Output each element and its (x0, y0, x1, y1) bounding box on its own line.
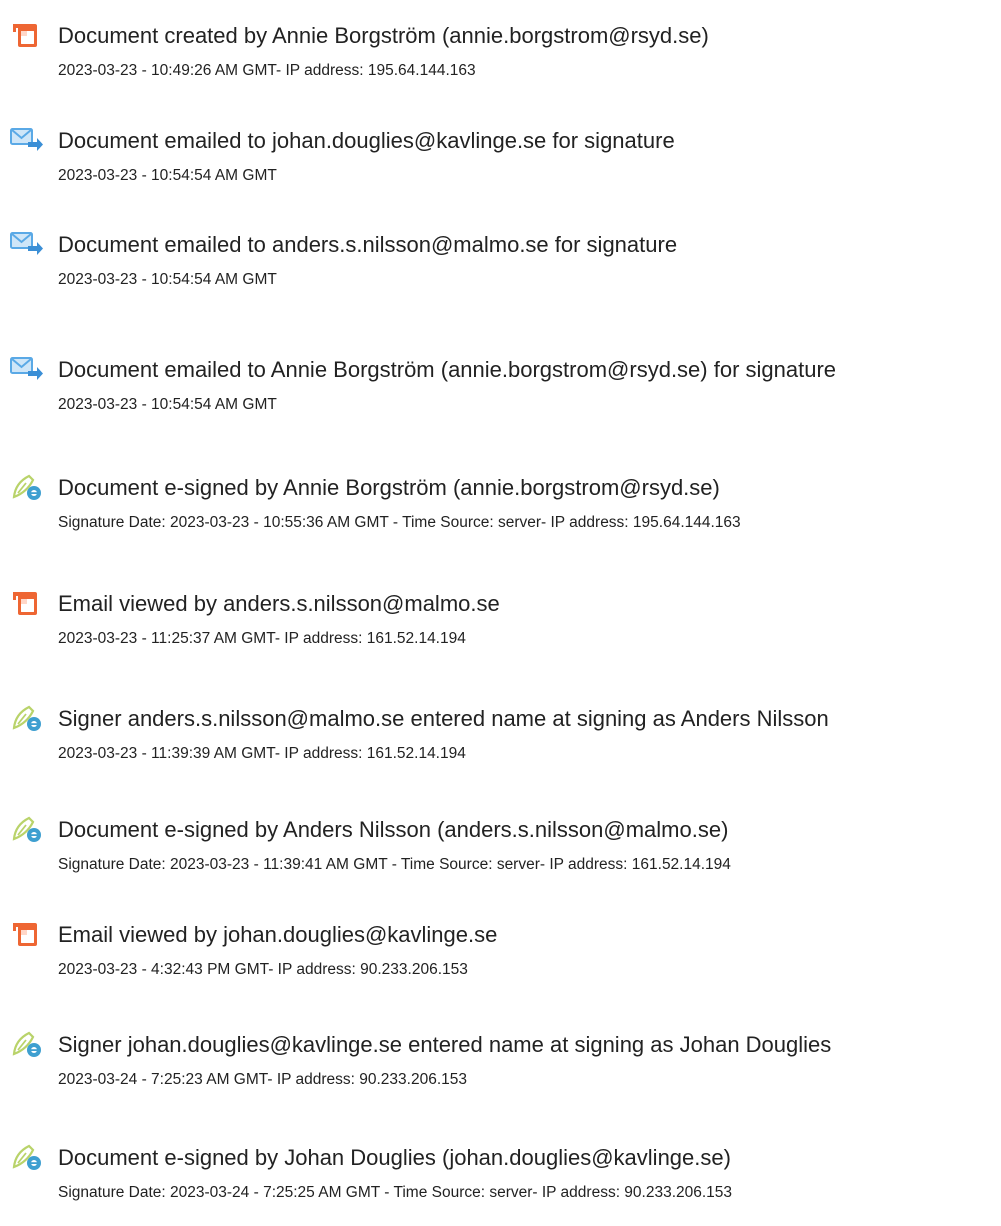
list-item: Email viewed by anders.s.nilsson@malmo.s… (0, 589, 1001, 689)
event-detail: 2023-03-23 - 10:54:54 AM GMT (58, 271, 277, 288)
email-sent-icon (10, 355, 44, 385)
list-item: Document emailed to anders.s.nilsson@mal… (0, 230, 1001, 330)
event-title: Document emailed to johan.douglies@kavli… (58, 128, 675, 153)
event-title: Document e-signed by Annie Borgström (an… (58, 475, 720, 500)
event-detail: Signature Date: 2023-03-24 - 7:25:25 AM … (58, 1184, 733, 1201)
event-title: Document emailed to Annie Borgström (ann… (58, 357, 837, 382)
list-item: Signer anders.s.nilsson@malmo.se entered… (0, 704, 1001, 804)
event-detail: 2023-03-23 - 11:39:39 AM GMT- IP address… (58, 745, 466, 762)
document-created-icon (10, 21, 44, 51)
event-detail: 2023-03-23 - 10:49:26 AM GMT- IP address… (58, 62, 476, 79)
event-detail: Signature Date: 2023-03-23 - 11:39:41 AM… (58, 856, 731, 873)
e-sign-icon (10, 704, 44, 734)
list-item: Document emailed to Annie Borgström (ann… (0, 355, 1001, 455)
e-sign-icon (10, 473, 44, 503)
email-sent-icon (10, 126, 44, 156)
event-title: Signer anders.s.nilsson@malmo.se entered… (58, 706, 829, 731)
event-title: Document e-signed by Anders Nilsson (and… (58, 817, 729, 842)
event-title: Document e-signed by Johan Douglies (joh… (58, 1145, 731, 1170)
event-title: Signer johan.douglies@kavlinge.se entere… (58, 1032, 832, 1057)
event-detail: 2023-03-23 - 10:54:54 AM GMT (58, 396, 277, 413)
event-title: Document emailed to anders.s.nilsson@mal… (58, 232, 678, 257)
event-detail: 2023-03-23 - 10:54:54 AM GMT (58, 167, 277, 184)
list-item: Signer johan.douglies@kavlinge.se entere… (0, 1030, 1001, 1130)
event-detail: Signature Date: 2023-03-23 - 10:55:36 AM… (58, 514, 741, 531)
e-sign-icon (10, 1030, 44, 1060)
list-item: Document e-signed by Annie Borgström (an… (0, 473, 1001, 573)
list-item: Document created by Annie Borgström (ann… (0, 21, 1001, 121)
e-sign-icon (10, 1143, 44, 1173)
event-detail: 2023-03-23 - 4:32:43 PM GMT- IP address:… (58, 961, 468, 978)
event-detail: 2023-03-23 - 11:25:37 AM GMT- IP address… (58, 630, 466, 647)
e-sign-icon (10, 815, 44, 845)
list-item: Document e-signed by Anders Nilsson (and… (0, 815, 1001, 915)
list-item: Email viewed by johan.douglies@kavlinge.… (0, 920, 1001, 1020)
event-detail: 2023-03-24 - 7:25:23 AM GMT- IP address:… (58, 1071, 468, 1088)
list-item: Document e-signed by Johan Douglies (joh… (0, 1143, 1001, 1223)
email-viewed-icon (10, 920, 44, 950)
email-viewed-icon (10, 589, 44, 619)
event-title: Email viewed by johan.douglies@kavlinge.… (58, 922, 498, 947)
email-sent-icon (10, 230, 44, 260)
event-title: Email viewed by anders.s.nilsson@malmo.s… (58, 591, 500, 616)
event-title: Document created by Annie Borgström (ann… (58, 23, 709, 48)
list-item: Document emailed to johan.douglies@kavli… (0, 126, 1001, 226)
